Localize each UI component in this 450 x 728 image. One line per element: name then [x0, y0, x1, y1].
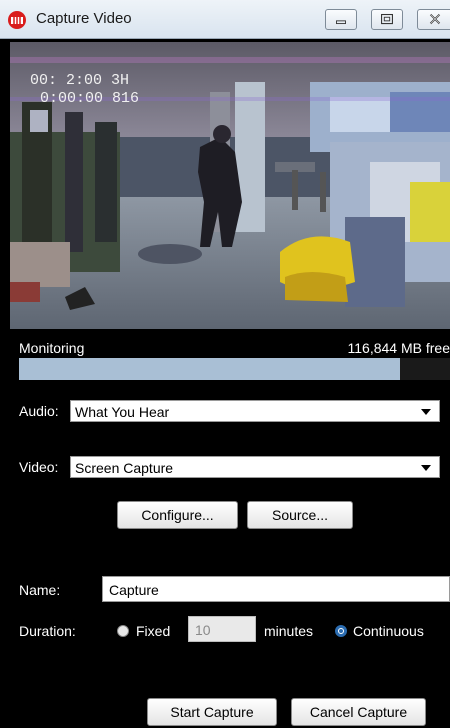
cancel-capture-button[interactable]: Cancel Capture	[291, 698, 426, 726]
chevron-down-icon	[421, 465, 431, 471]
duration-minutes-value: 10	[195, 622, 211, 638]
maximize-icon	[381, 13, 393, 25]
window-title: Capture Video	[36, 10, 132, 27]
app-icon	[8, 11, 26, 29]
free-space-label: 116,844 MB free	[347, 340, 450, 356]
chevron-down-icon	[421, 409, 431, 415]
capture-progress-bar	[19, 358, 450, 380]
continuous-radio[interactable]	[335, 625, 347, 637]
close-button[interactable]	[417, 9, 450, 30]
duration-label: Duration:	[19, 623, 76, 639]
preview-timestamp-line-1: 00: 2:00 3H	[30, 72, 129, 89]
title-bar[interactable]: Capture Video	[0, 0, 450, 39]
video-label: Video:	[19, 459, 59, 475]
preview-timestamp-line-2: 0:00:00 816	[40, 90, 139, 107]
duration-minutes-input[interactable]: 10	[188, 616, 256, 642]
configure-button[interactable]: Configure...	[117, 501, 238, 529]
fixed-radio[interactable]	[117, 625, 129, 637]
fixed-radio-label[interactable]: Fixed	[136, 623, 170, 639]
minimize-button[interactable]	[325, 9, 357, 30]
name-label: Name:	[19, 582, 61, 598]
start-capture-button[interactable]: Start Capture	[147, 698, 277, 726]
audio-source-value: What You Hear	[75, 404, 170, 420]
video-preview-image: 00: 2:00 3H 0:00:00 816	[10, 42, 450, 329]
name-input[interactable]: Capture	[102, 576, 450, 602]
audio-source-select[interactable]: What You Hear	[70, 400, 440, 422]
capture-progress-fill	[19, 358, 400, 380]
source-button[interactable]: Source...	[247, 501, 353, 529]
audio-label: Audio:	[19, 403, 59, 419]
status-label: Monitoring	[19, 340, 85, 356]
video-source-select[interactable]: Screen Capture	[70, 456, 440, 478]
maximize-button[interactable]	[371, 9, 403, 30]
minutes-label: minutes	[264, 623, 314, 639]
name-input-value: Capture	[109, 582, 159, 598]
minimize-icon	[336, 20, 346, 25]
capture-video-window: Capture Video 00: 2:00 3H 0:00:00 816 Mo…	[0, 0, 450, 728]
close-icon	[429, 13, 441, 25]
capture-controls-panel	[0, 334, 450, 728]
video-preview: 00: 2:00 3H 0:00:00 816	[10, 42, 450, 329]
video-source-value: Screen Capture	[75, 460, 174, 476]
continuous-radio-label[interactable]: Continuous	[353, 623, 424, 639]
